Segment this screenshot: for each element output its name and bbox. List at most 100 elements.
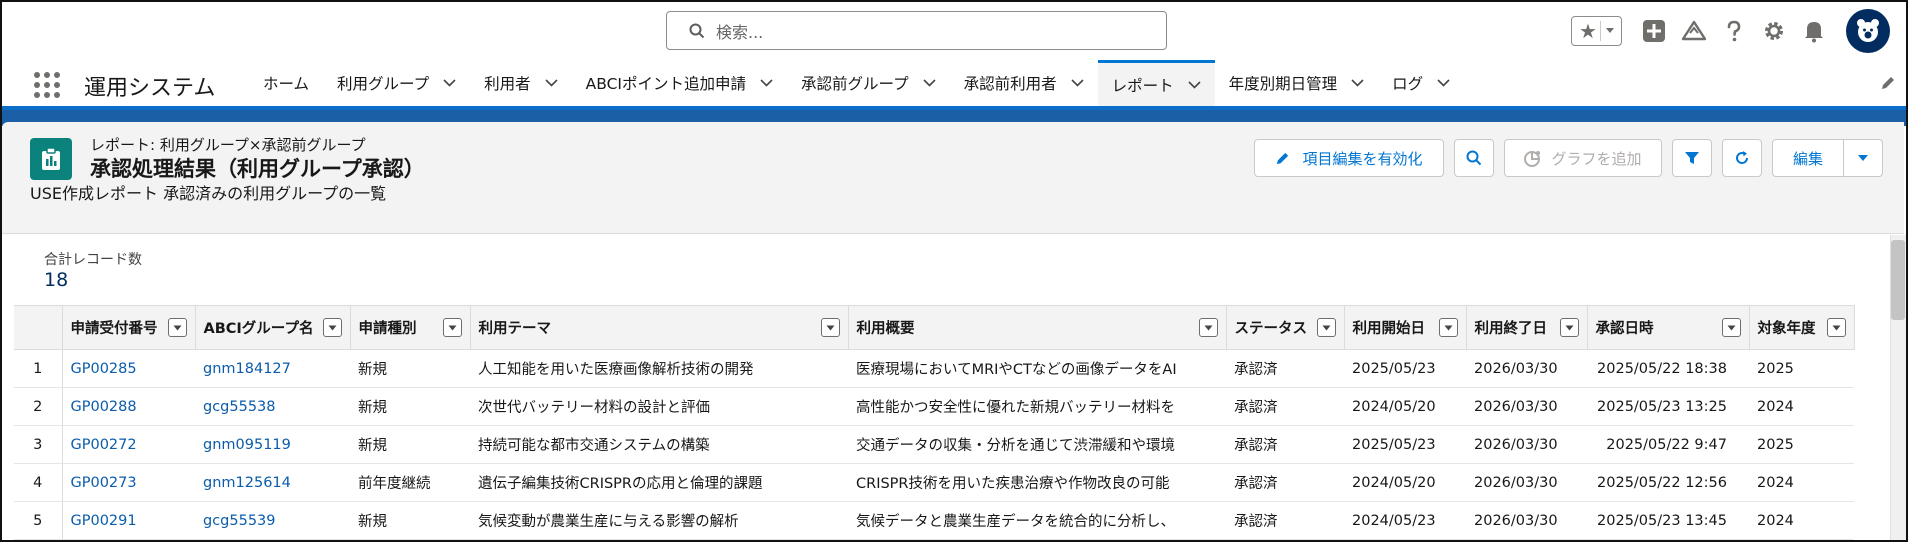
refresh-icon bbox=[1736, 151, 1749, 164]
global-actions-button[interactable] bbox=[1640, 17, 1668, 45]
nav-tab-label: 利用者 bbox=[484, 75, 531, 93]
record-link[interactable]: gnm125614 bbox=[195, 463, 350, 502]
app-launcher-icon[interactable] bbox=[34, 72, 60, 98]
column-menu-button[interactable] bbox=[1438, 318, 1458, 337]
table-cell: 新規 bbox=[350, 501, 470, 540]
nav-tab-label: レポート bbox=[1111, 76, 1174, 95]
chevron-down-icon[interactable] bbox=[1071, 79, 1084, 87]
column-menu-button[interactable] bbox=[1559, 318, 1579, 337]
chevron-down-icon[interactable] bbox=[760, 79, 773, 87]
column-menu-button[interactable] bbox=[1826, 318, 1846, 337]
table-cell: 2025/05/23 bbox=[1344, 349, 1466, 388]
favorites-button[interactable]: ★ bbox=[1571, 16, 1622, 46]
column-header[interactable]: 利用テーマ bbox=[470, 305, 849, 350]
record-link[interactable]: GP00272 bbox=[62, 425, 195, 464]
edit-menu-button[interactable] bbox=[1843, 139, 1883, 177]
column-menu-button[interactable] bbox=[322, 318, 342, 337]
trailhead-button[interactable] bbox=[1680, 17, 1708, 45]
column-header[interactable]: ABCIグループ名 bbox=[195, 305, 351, 350]
filter-button[interactable] bbox=[1672, 139, 1712, 177]
nav-tab-1[interactable]: 利用グループ bbox=[323, 60, 470, 106]
nav-tab-7[interactable]: 年度別期日管理 bbox=[1215, 60, 1379, 106]
record-link[interactable]: GP00291 bbox=[62, 501, 195, 540]
row-number: 2 bbox=[14, 387, 63, 426]
header-utilities: ★ bbox=[1571, 9, 1906, 53]
table-cell: 承認済 bbox=[1226, 387, 1344, 426]
column-menu-button[interactable] bbox=[1316, 318, 1336, 337]
column-menu-button[interactable] bbox=[820, 318, 840, 337]
column-menu-button[interactable] bbox=[1721, 318, 1741, 337]
column-menu-button[interactable] bbox=[167, 318, 187, 337]
nav-tab-2[interactable]: 利用者 bbox=[470, 60, 572, 106]
search-report-button[interactable] bbox=[1454, 139, 1494, 177]
add-chart-button[interactable]: グラフを追加 bbox=[1504, 139, 1662, 177]
table-row: 3 GP00272 gnm095119 新規 持続可能な都市交通システムの構築 交通データ… bbox=[14, 425, 1854, 464]
nav-tab-6[interactable]: レポート bbox=[1097, 60, 1215, 106]
table-cell: 医療現場においてMRIやCTなどの画像データをAI bbox=[848, 349, 1226, 388]
record-link[interactable]: gcg55539 bbox=[195, 501, 350, 540]
gear-icon bbox=[1765, 22, 1783, 40]
refresh-button[interactable] bbox=[1722, 139, 1762, 177]
nav-tab-0[interactable]: ホーム bbox=[249, 60, 323, 106]
chevron-down-icon[interactable] bbox=[443, 79, 456, 87]
help-button[interactable] bbox=[1720, 17, 1748, 45]
column-menu-button[interactable] bbox=[442, 318, 462, 337]
column-header[interactable]: 承認日時 bbox=[1587, 305, 1750, 350]
column-header[interactable]: 利用終了日 bbox=[1466, 305, 1588, 350]
chevron-down-icon[interactable] bbox=[1351, 79, 1364, 87]
record-link[interactable]: GP00273 bbox=[62, 463, 195, 502]
caret-down-icon bbox=[1565, 325, 1573, 330]
column-menu-button[interactable] bbox=[1198, 318, 1218, 337]
notifications-button[interactable] bbox=[1800, 17, 1828, 45]
chevron-down-icon[interactable] bbox=[545, 79, 558, 87]
column-header[interactable]: ステータス bbox=[1226, 305, 1345, 350]
report-header: レポート: 利用グループ×承認前グループ 承認処理結果（利用グループ承認） US… bbox=[2, 122, 1904, 234]
chevron-down-icon[interactable] bbox=[923, 79, 936, 87]
record-link[interactable]: gnm184127 bbox=[195, 349, 350, 388]
search-input[interactable]: 検索... bbox=[666, 11, 1167, 50]
table-cell: 交通データの収集・分析を通じて渋滞緩和や環境 bbox=[848, 425, 1226, 464]
scrollbar-thumb[interactable] bbox=[1891, 240, 1905, 320]
nav-tab-4[interactable]: 承認前グループ bbox=[787, 60, 950, 106]
table-cell: 2024/05/20 bbox=[1344, 463, 1466, 502]
column-header[interactable]: 利用概要 bbox=[848, 305, 1227, 350]
edit-nav-pencil-icon[interactable] bbox=[1880, 75, 1896, 91]
pencil-icon bbox=[1277, 152, 1289, 164]
table-cell: 遺伝子編集技術CRISPRの応用と倫理的課題 bbox=[470, 463, 848, 502]
report-description: USE作成レポート 承認済みの利用グループの一覧 bbox=[30, 184, 387, 203]
chevron-down-icon[interactable] bbox=[1437, 79, 1450, 87]
column-header[interactable]: 利用開始日 bbox=[1344, 305, 1467, 350]
column-header[interactable]: 申請受付番号 bbox=[62, 305, 196, 350]
record-link[interactable]: GP00285 bbox=[62, 349, 195, 388]
caret-down-icon bbox=[1322, 325, 1330, 330]
nav-tab-8[interactable]: ログ bbox=[1378, 60, 1464, 106]
nav-tab-label: ログ bbox=[1392, 75, 1424, 93]
chevron-down-icon[interactable] bbox=[1188, 80, 1201, 89]
record-link[interactable]: gnm095119 bbox=[195, 425, 350, 464]
table-cell: 承認済 bbox=[1226, 425, 1344, 464]
edit-button[interactable]: 編集 bbox=[1772, 139, 1844, 177]
report-type-label: レポート: 利用グループ×承認前グループ bbox=[90, 136, 366, 154]
column-header[interactable]: 申請種別 bbox=[350, 305, 471, 350]
record-link[interactable]: GP00288 bbox=[62, 387, 195, 426]
enable-field-edit-button[interactable]: 項目編集を有効化 bbox=[1254, 139, 1444, 177]
record-link[interactable]: gcg55538 bbox=[195, 387, 350, 426]
column-header-label: 利用開始日 bbox=[1352, 321, 1426, 337]
setup-button[interactable] bbox=[1760, 17, 1788, 45]
search-placeholder: 検索... bbox=[716, 22, 764, 42]
caret-down-icon bbox=[328, 325, 336, 330]
search-icon bbox=[689, 23, 705, 38]
table-body: 1 GP00285 gnm184127 新規 人工知能を用いた医療画像解析技術の開発 医療… bbox=[14, 349, 1854, 540]
table-cell: 持続可能な都市交通システムの構築 bbox=[470, 425, 848, 464]
column-header[interactable]: 対象年度 bbox=[1749, 305, 1855, 350]
row-number: 1 bbox=[14, 349, 63, 388]
table-cell: 2025/05/22 9:47 bbox=[1587, 425, 1749, 464]
table-cell: 次世代バッテリー材料の設計と評価 bbox=[470, 387, 848, 426]
astro-avatar-icon bbox=[1857, 19, 1879, 42]
enable-field-edit-label: 項目編集を有効化 bbox=[1302, 149, 1423, 168]
table-cell: 新規 bbox=[350, 387, 470, 426]
nav-tab-5[interactable]: 承認前利用者 bbox=[950, 60, 1098, 106]
nav-tab-3[interactable]: ABCIポイント追加申請 bbox=[572, 60, 787, 106]
user-avatar[interactable] bbox=[1846, 9, 1890, 53]
table-row: 4 GP00273 gnm125614 前年度継続 遺伝子編集技術CRISPRの応用と倫… bbox=[14, 463, 1854, 502]
